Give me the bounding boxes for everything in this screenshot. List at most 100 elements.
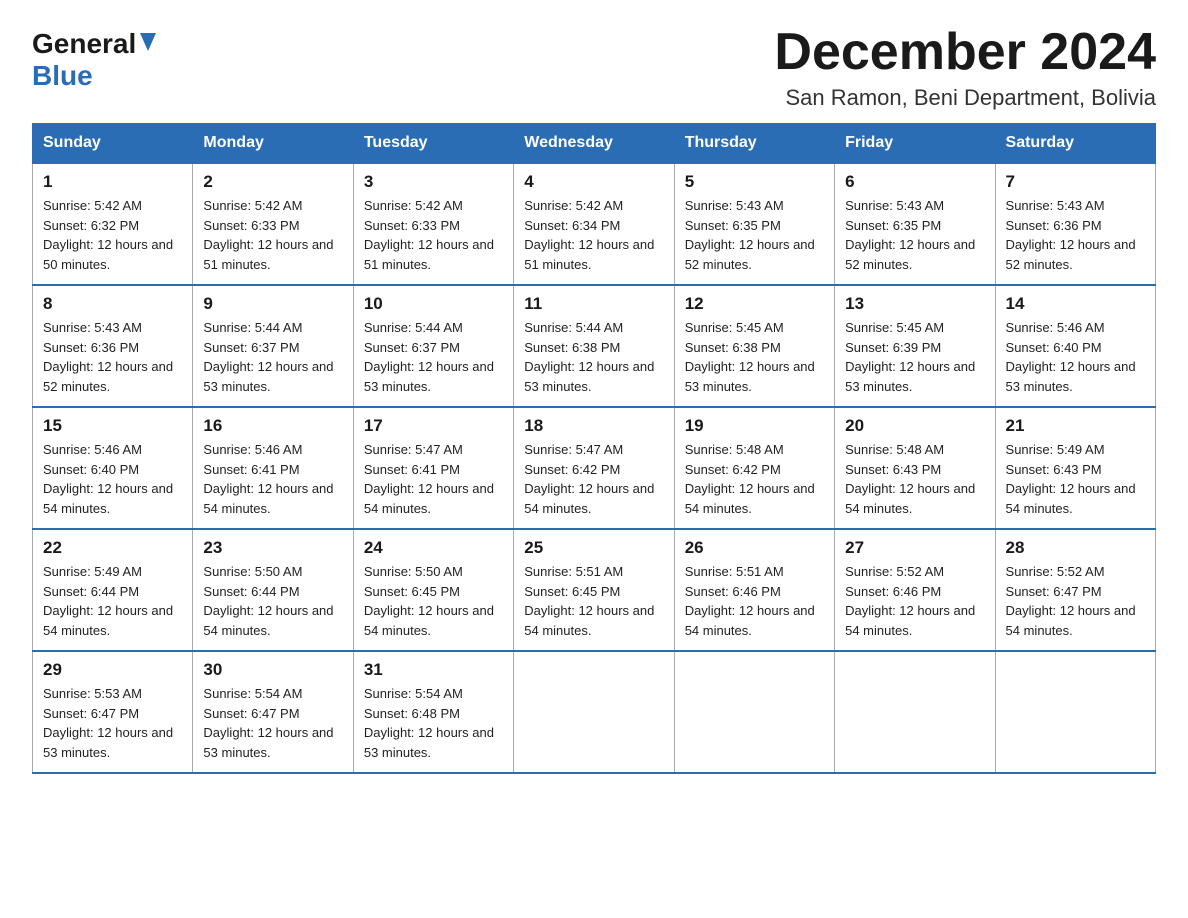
day-info: Sunrise: 5:45 AMSunset: 6:38 PMDaylight:… (685, 318, 824, 396)
calendar-cell: 4 Sunrise: 5:42 AMSunset: 6:34 PMDaylight… (514, 163, 674, 285)
day-number: 18 (524, 416, 663, 436)
day-number: 12 (685, 294, 824, 314)
weekday-header-sunday: Sunday (33, 124, 193, 164)
day-number: 24 (364, 538, 503, 558)
day-number: 3 (364, 172, 503, 192)
calendar-cell: 1Sunrise: 5:42 AMSunset: 6:32 PMDaylight… (33, 163, 193, 285)
day-number: 13 (845, 294, 984, 314)
day-info: Sunrise: 5:49 AMSunset: 6:43 PMDaylight:… (1006, 440, 1145, 518)
day-number: 5 (685, 172, 824, 192)
day-info: Sunrise: 5:46 AMSunset: 6:40 PMDaylight:… (1006, 318, 1145, 396)
weekday-header-row: SundayMondayTuesdayWednesdayThursdayFrid… (33, 124, 1156, 164)
calendar-cell: 30 Sunrise: 5:54 AMSunset: 6:47 PMDayligh… (193, 651, 353, 773)
weekday-header-monday: Monday (193, 124, 353, 164)
day-info: Sunrise: 5:48 AMSunset: 6:43 PMDaylight:… (845, 440, 984, 518)
calendar-cell: 7 Sunrise: 5:43 AMSunset: 6:36 PMDaylight… (995, 163, 1155, 285)
calendar-cell: 21 Sunrise: 5:49 AMSunset: 6:43 PMDayligh… (995, 407, 1155, 529)
day-number: 2 (203, 172, 342, 192)
day-number: 9 (203, 294, 342, 314)
calendar-cell (674, 651, 834, 773)
calendar-cell: 5 Sunrise: 5:43 AMSunset: 6:35 PMDaylight… (674, 163, 834, 285)
calendar-cell: 26 Sunrise: 5:51 AMSunset: 6:46 PMDayligh… (674, 529, 834, 651)
calendar-cell: 11 Sunrise: 5:44 AMSunset: 6:38 PMDayligh… (514, 285, 674, 407)
month-title: December 2024 (774, 24, 1156, 81)
day-info: Sunrise: 5:44 AMSunset: 6:37 PMDaylight:… (364, 318, 503, 396)
day-number: 21 (1006, 416, 1145, 436)
day-number: 17 (364, 416, 503, 436)
calendar-week-row: 15Sunrise: 5:46 AMSunset: 6:40 PMDayligh… (33, 407, 1156, 529)
calendar-cell: 14 Sunrise: 5:46 AMSunset: 6:40 PMDayligh… (995, 285, 1155, 407)
day-number: 7 (1006, 172, 1145, 192)
day-number: 6 (845, 172, 984, 192)
weekday-header-wednesday: Wednesday (514, 124, 674, 164)
calendar-cell: 15Sunrise: 5:46 AMSunset: 6:40 PMDayligh… (33, 407, 193, 529)
calendar-cell: 24 Sunrise: 5:50 AMSunset: 6:45 PMDayligh… (353, 529, 513, 651)
day-info: Sunrise: 5:44 AMSunset: 6:38 PMDaylight:… (524, 318, 663, 396)
calendar-cell: 9Sunrise: 5:44 AMSunset: 6:37 PMDaylight… (193, 285, 353, 407)
day-info: Sunrise: 5:49 AMSunset: 6:44 PMDaylight:… (43, 562, 182, 640)
logo-general-text: General (32, 28, 136, 60)
day-info: Sunrise: 5:46 AMSunset: 6:40 PMDaylight:… (43, 440, 182, 518)
calendar-cell (995, 651, 1155, 773)
calendar-cell: 22 Sunrise: 5:49 AMSunset: 6:44 PMDayligh… (33, 529, 193, 651)
calendar-cell: 17 Sunrise: 5:47 AMSunset: 6:41 PMDayligh… (353, 407, 513, 529)
calendar-cell: 28Sunrise: 5:52 AMSunset: 6:47 PMDayligh… (995, 529, 1155, 651)
day-info: Sunrise: 5:43 AMSunset: 6:36 PMDaylight:… (1006, 196, 1145, 274)
day-info: Sunrise: 5:43 AMSunset: 6:35 PMDaylight:… (685, 196, 824, 274)
title-block: December 2024 San Ramon, Beni Department… (774, 24, 1156, 111)
day-info: Sunrise: 5:51 AMSunset: 6:45 PMDaylight:… (524, 562, 663, 640)
day-info: Sunrise: 5:54 AMSunset: 6:47 PMDaylight:… (203, 684, 342, 762)
day-number: 4 (524, 172, 663, 192)
calendar-cell: 29Sunrise: 5:53 AMSunset: 6:47 PMDayligh… (33, 651, 193, 773)
day-number: 16 (203, 416, 342, 436)
day-info: Sunrise: 5:52 AMSunset: 6:47 PMDaylight:… (1006, 562, 1145, 640)
calendar-cell: 8Sunrise: 5:43 AMSunset: 6:36 PMDaylight… (33, 285, 193, 407)
day-info: Sunrise: 5:42 AMSunset: 6:33 PMDaylight:… (364, 196, 503, 274)
calendar-cell: 13Sunrise: 5:45 AMSunset: 6:39 PMDayligh… (835, 285, 995, 407)
day-number: 30 (203, 660, 342, 680)
day-info: Sunrise: 5:50 AMSunset: 6:45 PMDaylight:… (364, 562, 503, 640)
calendar-cell: 10Sunrise: 5:44 AMSunset: 6:37 PMDayligh… (353, 285, 513, 407)
logo-arrow-icon (140, 33, 156, 56)
day-info: Sunrise: 5:52 AMSunset: 6:46 PMDaylight:… (845, 562, 984, 640)
calendar-week-row: 22 Sunrise: 5:49 AMSunset: 6:44 PMDayligh… (33, 529, 1156, 651)
weekday-header-tuesday: Tuesday (353, 124, 513, 164)
weekday-header-friday: Friday (835, 124, 995, 164)
day-number: 11 (524, 294, 663, 314)
logo: General Blue (32, 24, 156, 92)
weekday-header-thursday: Thursday (674, 124, 834, 164)
calendar-cell: 31 Sunrise: 5:54 AMSunset: 6:48 PMDayligh… (353, 651, 513, 773)
weekday-header-saturday: Saturday (995, 124, 1155, 164)
day-number: 19 (685, 416, 824, 436)
day-info: Sunrise: 5:47 AMSunset: 6:42 PMDaylight:… (524, 440, 663, 518)
calendar-cell: 2Sunrise: 5:42 AMSunset: 6:33 PMDaylight… (193, 163, 353, 285)
day-number: 31 (364, 660, 503, 680)
day-number: 14 (1006, 294, 1145, 314)
calendar-cell: 6 Sunrise: 5:43 AMSunset: 6:35 PMDaylight… (835, 163, 995, 285)
calendar-table: SundayMondayTuesdayWednesdayThursdayFrid… (32, 123, 1156, 774)
location-title: San Ramon, Beni Department, Bolivia (774, 85, 1156, 111)
calendar-cell: 3 Sunrise: 5:42 AMSunset: 6:33 PMDaylight… (353, 163, 513, 285)
day-number: 22 (43, 538, 182, 558)
day-info: Sunrise: 5:43 AMSunset: 6:35 PMDaylight:… (845, 196, 984, 274)
day-number: 8 (43, 294, 182, 314)
day-number: 25 (524, 538, 663, 558)
day-info: Sunrise: 5:51 AMSunset: 6:46 PMDaylight:… (685, 562, 824, 640)
calendar-cell: 16 Sunrise: 5:46 AMSunset: 6:41 PMDayligh… (193, 407, 353, 529)
page-header: General Blue December 2024 San Ramon, Be… (32, 24, 1156, 111)
calendar-week-row: 1Sunrise: 5:42 AMSunset: 6:32 PMDaylight… (33, 163, 1156, 285)
calendar-week-row: 8Sunrise: 5:43 AMSunset: 6:36 PMDaylight… (33, 285, 1156, 407)
calendar-cell: 25 Sunrise: 5:51 AMSunset: 6:45 PMDayligh… (514, 529, 674, 651)
calendar-cell: 12 Sunrise: 5:45 AMSunset: 6:38 PMDayligh… (674, 285, 834, 407)
calendar-week-row: 29Sunrise: 5:53 AMSunset: 6:47 PMDayligh… (33, 651, 1156, 773)
day-number: 20 (845, 416, 984, 436)
day-number: 27 (845, 538, 984, 558)
day-number: 29 (43, 660, 182, 680)
calendar-cell (514, 651, 674, 773)
day-number: 26 (685, 538, 824, 558)
day-number: 23 (203, 538, 342, 558)
day-info: Sunrise: 5:42 AMSunset: 6:34 PMDaylight:… (524, 196, 663, 274)
day-info: Sunrise: 5:54 AMSunset: 6:48 PMDaylight:… (364, 684, 503, 762)
day-info: Sunrise: 5:46 AMSunset: 6:41 PMDaylight:… (203, 440, 342, 518)
day-info: Sunrise: 5:47 AMSunset: 6:41 PMDaylight:… (364, 440, 503, 518)
